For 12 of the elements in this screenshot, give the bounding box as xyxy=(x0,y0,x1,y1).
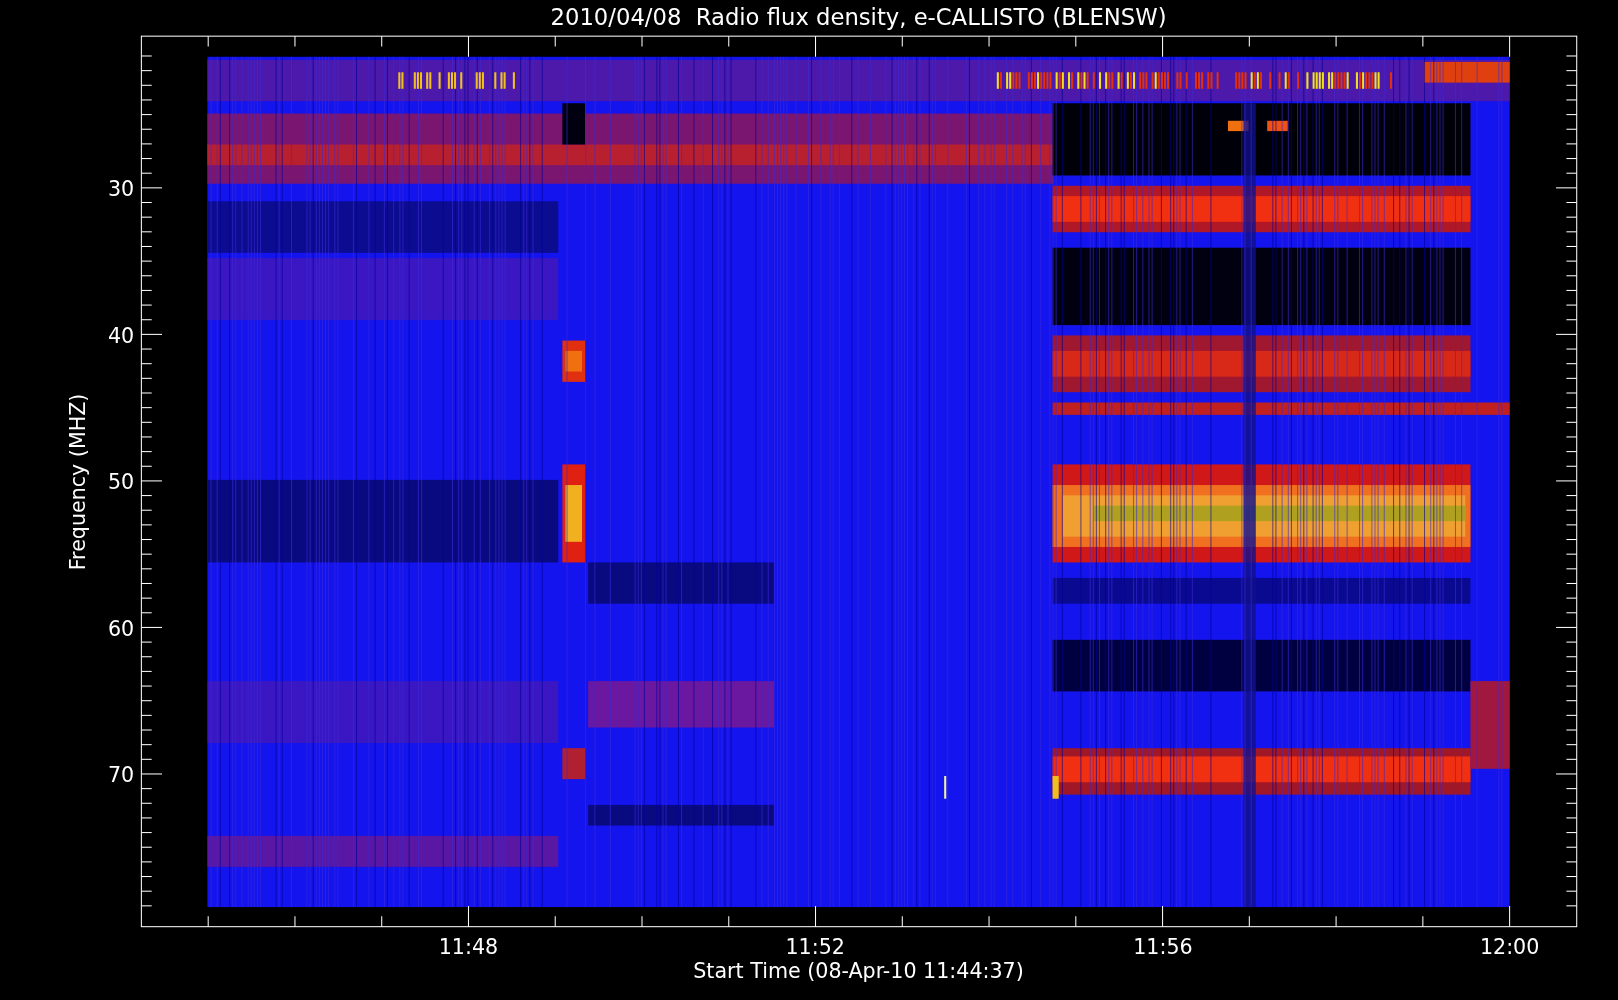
y-tick-label: 60 xyxy=(107,616,135,641)
chart-title: 2010/04/08 Radio flux density, e-CALLISTO (BLENSW) xyxy=(550,3,1167,30)
y-tick-label: 50 xyxy=(107,470,135,495)
x-tick-label: 12:00 xyxy=(1479,934,1540,959)
x-axis-label: Start Time (08-Apr-10 11:44:37) xyxy=(693,959,1024,984)
y-tick-label: 30 xyxy=(107,177,135,202)
y-tick-label: 40 xyxy=(107,323,135,348)
y-axis-label: Frequency (MHZ) xyxy=(65,393,90,571)
x-tick-label: 11:48 xyxy=(438,934,499,959)
x-tick-label: 11:52 xyxy=(785,934,845,959)
x-tick-label: 11:56 xyxy=(1133,934,1193,959)
y-tick-label: 70 xyxy=(107,763,135,788)
